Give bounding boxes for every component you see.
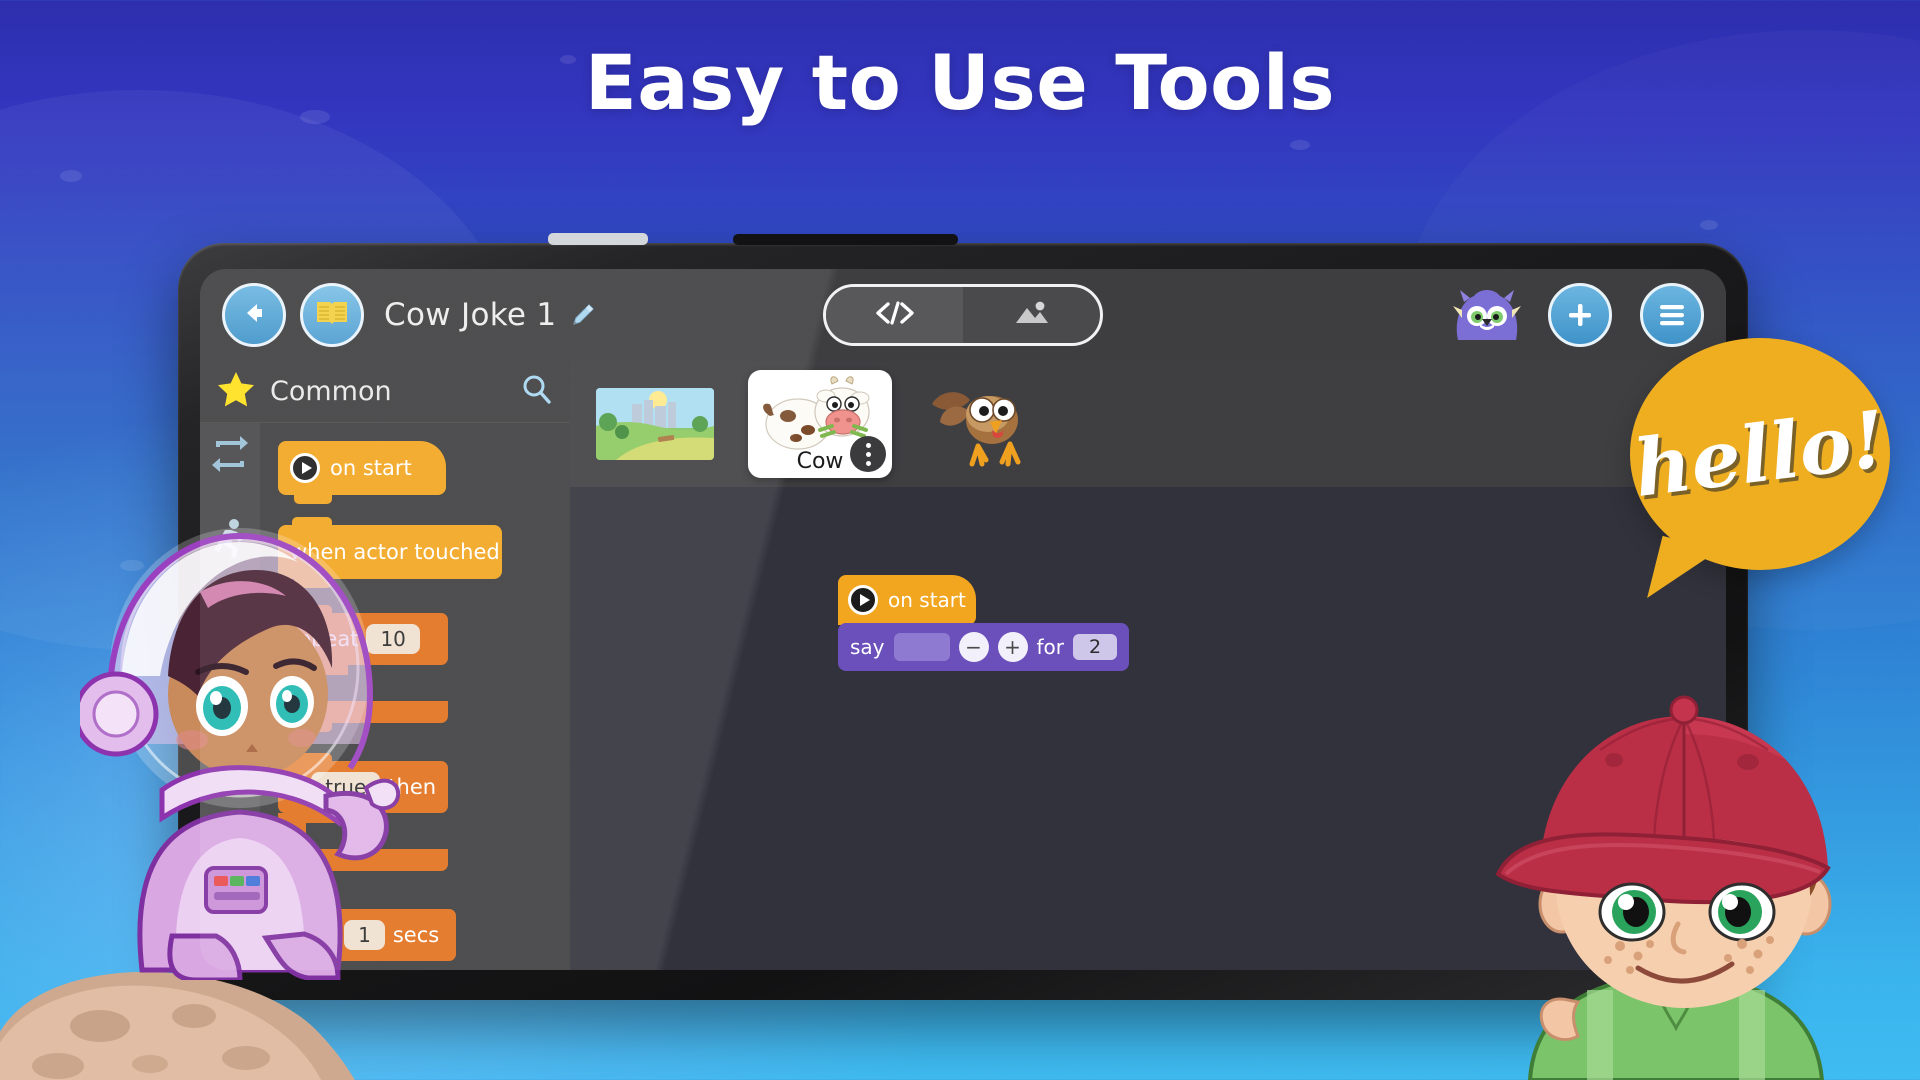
block-label: on start bbox=[330, 456, 412, 480]
code-icon bbox=[873, 299, 917, 332]
minus-button[interactable]: − bbox=[958, 632, 989, 662]
block-label-post: then bbox=[388, 775, 437, 799]
view-toggle[interactable] bbox=[823, 284, 1103, 346]
looks-icon[interactable] bbox=[211, 605, 249, 642]
speck bbox=[60, 170, 82, 182]
palette-block-if-then[interactable]: if true then bbox=[278, 753, 448, 880]
block-label-post: secs bbox=[392, 923, 440, 947]
say-seconds-field[interactable]: 2 bbox=[1073, 634, 1118, 660]
back-button[interactable] bbox=[222, 283, 286, 347]
block-label: when actor touched bbox=[290, 540, 500, 564]
block-label: repeat bbox=[290, 627, 359, 651]
topbar-actions bbox=[1450, 283, 1704, 347]
lessons-book-button[interactable] bbox=[300, 283, 364, 347]
search-icon[interactable] bbox=[520, 372, 554, 411]
bubble-text: hello! bbox=[1629, 393, 1891, 515]
category-rail bbox=[200, 423, 260, 970]
plus-icon bbox=[1569, 304, 1591, 326]
palette-blocks: on start when actor touched repeat 10 if… bbox=[260, 423, 570, 970]
script-workspace[interactable]: on start say − + for 2 bbox=[570, 487, 1726, 970]
hamburger-menu-icon bbox=[1660, 305, 1684, 326]
palette-main: on start when actor touched repeat 10 if… bbox=[200, 423, 570, 970]
speck bbox=[120, 560, 144, 571]
phone-frame: Cow Joke 1 Common on start when actor to… bbox=[178, 233, 1748, 1000]
play-icon bbox=[848, 585, 878, 615]
three-dots-icon[interactable] bbox=[850, 436, 886, 472]
add-button[interactable] bbox=[1548, 283, 1612, 347]
palette-header: Common bbox=[200, 361, 570, 423]
block-label-pre: wait bbox=[292, 923, 337, 947]
repeat-count-field[interactable]: 10 bbox=[366, 624, 420, 654]
star-icon bbox=[216, 369, 256, 414]
palette-block-repeat[interactable]: repeat 10 bbox=[278, 605, 448, 732]
script-block-on-start[interactable]: on start bbox=[838, 575, 976, 625]
loop-icon[interactable] bbox=[210, 435, 250, 478]
say-text-slot[interactable] bbox=[893, 633, 950, 661]
actor-card-owl[interactable] bbox=[926, 378, 1036, 470]
block-label-pre: say bbox=[850, 635, 885, 659]
app-topbar: Cow Joke 1 bbox=[200, 269, 1726, 361]
actor-bar: Cow bbox=[570, 361, 1726, 487]
motion-icon[interactable] bbox=[211, 518, 249, 565]
block-label-pre: if bbox=[290, 775, 304, 799]
phone-screen: Cow Joke 1 Common on start when actor to… bbox=[200, 269, 1726, 970]
tab-code-view[interactable] bbox=[826, 287, 963, 343]
speck bbox=[1700, 220, 1718, 230]
menu-button[interactable] bbox=[1640, 283, 1704, 347]
play-icon bbox=[290, 453, 320, 483]
background-thumbnail[interactable] bbox=[596, 388, 714, 460]
actor-name-label: Cow bbox=[796, 449, 844, 474]
back-arrow-icon bbox=[237, 296, 271, 335]
palette-block-when-actor-touched[interactable]: when actor touched bbox=[278, 517, 570, 588]
condition-field[interactable]: true bbox=[311, 772, 381, 802]
block-label: on start bbox=[888, 588, 966, 612]
block-palette: Common on start when actor touched repea… bbox=[200, 361, 570, 970]
script-block-say[interactable]: say − + for 2 bbox=[838, 623, 1130, 671]
canvas-column: Cow on start say − + for 2 bbox=[570, 361, 1726, 970]
palette-block-wait[interactable]: wait 1 secs bbox=[278, 901, 570, 970]
tab-scene-view[interactable] bbox=[963, 287, 1100, 343]
plus-button[interactable]: + bbox=[997, 632, 1028, 662]
hello-speech-bubble: hello! bbox=[1629, 338, 1891, 613]
wait-seconds-field[interactable]: 1 bbox=[344, 920, 385, 950]
sound-icon[interactable] bbox=[207, 682, 253, 715]
monster-icon bbox=[1450, 286, 1524, 344]
project-title[interactable]: Cow Joke 1 bbox=[384, 297, 556, 333]
image-icon bbox=[1012, 298, 1052, 333]
block-label-post: for bbox=[1036, 635, 1065, 659]
app-body: Common on start when actor touched repea… bbox=[200, 361, 1726, 970]
palette-block-on-start[interactable]: on start bbox=[278, 441, 570, 504]
book-icon bbox=[314, 297, 350, 334]
pencil-icon[interactable] bbox=[568, 300, 598, 330]
actor-card-cow[interactable]: Cow bbox=[748, 370, 892, 478]
palette-category-label: Common bbox=[270, 376, 392, 407]
speck bbox=[1290, 140, 1310, 150]
page-title: Easy to Use Tools bbox=[584, 38, 1336, 127]
